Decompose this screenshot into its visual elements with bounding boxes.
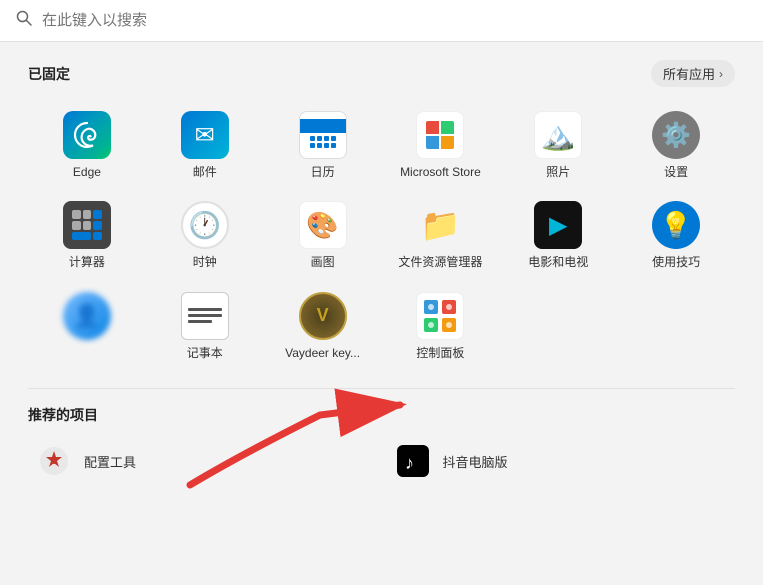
app-explorer[interactable]: 📁 文件资源管理器 — [382, 193, 500, 277]
settings-icon: ⚙️ — [652, 111, 700, 159]
photos-label: 照片 — [546, 165, 570, 179]
app-calculator[interactable]: 计算器 — [28, 193, 146, 277]
search-icon — [16, 10, 32, 31]
app-clock[interactable]: 🕐 时钟 — [146, 193, 264, 277]
pinned-section-header: 已固定 所有应用 › — [28, 60, 735, 87]
search-input[interactable] — [42, 12, 747, 29]
rec-douyin[interactable]: ♪ 抖音电脑版 — [387, 437, 736, 485]
app-movies[interactable]: ▶ 电影和电视 — [499, 193, 617, 277]
edge-label: Edge — [73, 165, 101, 179]
vaydeer-label: Vaydeer key... — [285, 346, 360, 360]
tips-label: 使用技巧 — [652, 255, 700, 269]
calendar-icon — [299, 111, 347, 159]
recommended-grid: 配置工具 ♪ 抖音电脑版 — [28, 437, 735, 485]
config-tool-icon — [36, 443, 72, 479]
mail-label: 邮件 — [193, 165, 217, 179]
all-apps-button[interactable]: 所有应用 › — [651, 60, 735, 87]
recommended-title: 推荐的项目 — [28, 407, 98, 423]
calculator-label: 计算器 — [69, 255, 105, 269]
svg-text:♪: ♪ — [405, 453, 414, 473]
config-tool-label: 配置工具 — [84, 452, 136, 471]
movies-label: 电影和电视 — [528, 255, 588, 269]
app-calendar[interactable]: 日历 — [264, 103, 382, 187]
all-apps-label: 所有应用 — [663, 64, 715, 83]
douyin-icon: ♪ — [395, 443, 431, 479]
app-avatar[interactable]: 👤 — [28, 284, 146, 368]
apps-grid: Edge ✉ 邮件 日历 — [28, 103, 735, 368]
app-settings[interactable]: ⚙️ 设置 — [617, 103, 735, 187]
main-content: 已固定 所有应用 › Edge ✉ 邮件 — [0, 42, 763, 503]
store-label: Microsoft Store — [400, 165, 481, 179]
app-control-panel[interactable]: 控制面板 — [382, 284, 500, 368]
control-panel-icon — [416, 292, 464, 340]
photos-icon: 🏔️ — [534, 111, 582, 159]
clock-label: 时钟 — [193, 255, 217, 269]
paint-label: 画图 — [311, 255, 335, 269]
explorer-icon: 📁 — [416, 201, 464, 249]
search-bar[interactable] — [0, 0, 763, 42]
app-vaydeer[interactable]: V Vaydeer key... — [264, 284, 382, 368]
calculator-icon — [63, 201, 111, 249]
user-avatar-icon: 👤 — [63, 292, 111, 340]
notepad-icon — [181, 292, 229, 340]
mail-icon: ✉ — [181, 111, 229, 159]
vaydeer-icon: V — [299, 292, 347, 340]
tips-icon: 💡 — [652, 201, 700, 249]
app-edge[interactable]: Edge — [28, 103, 146, 187]
recommended-section: 推荐的项目 配置工具 ♪ — [28, 405, 735, 485]
clock-icon: 🕐 — [181, 201, 229, 249]
app-paint[interactable]: 🎨 画图 — [264, 193, 382, 277]
pinned-title: 已固定 — [28, 64, 70, 84]
explorer-label: 文件资源管理器 — [398, 255, 482, 269]
app-mail[interactable]: ✉ 邮件 — [146, 103, 264, 187]
calendar-label: 日历 — [311, 165, 335, 179]
app-tips[interactable]: 💡 使用技巧 — [617, 193, 735, 277]
control-panel-label: 控制面板 — [416, 346, 464, 360]
app-photos[interactable]: 🏔️ 照片 — [499, 103, 617, 187]
store-icon — [416, 111, 464, 159]
movies-icon: ▶ — [534, 201, 582, 249]
chevron-right-icon: › — [719, 67, 723, 81]
settings-label: 设置 — [664, 165, 688, 179]
douyin-label: 抖音电脑版 — [443, 452, 508, 471]
edge-icon — [63, 111, 111, 159]
app-notepad[interactable]: 记事本 — [146, 284, 264, 368]
app-store[interactable]: Microsoft Store — [382, 103, 500, 187]
rec-config-tool[interactable]: 配置工具 — [28, 437, 377, 485]
notepad-label: 记事本 — [187, 346, 223, 360]
paint-icon: 🎨 — [299, 201, 347, 249]
section-divider — [28, 388, 735, 389]
